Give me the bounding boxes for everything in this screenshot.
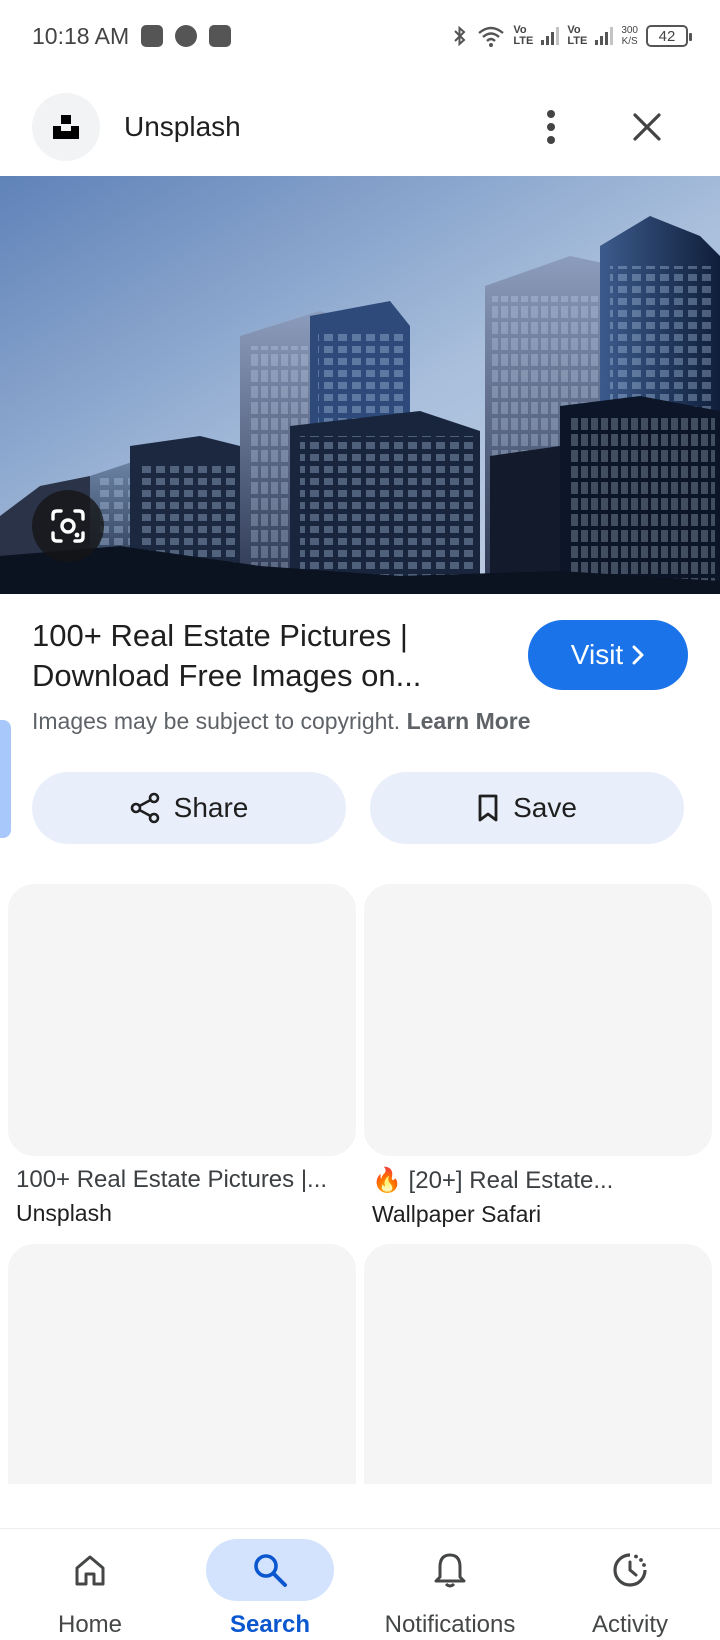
nav-label: Notifications	[384, 1611, 516, 1638]
status-time: 10:18 AM	[32, 22, 130, 49]
nav-search[interactable]: Search	[180, 1529, 360, 1640]
nav-label: Home	[57, 1611, 123, 1638]
bookmark-icon	[478, 794, 498, 822]
volte-indicator: Vo LTE	[567, 24, 588, 47]
related-thumbnail[interactable]	[8, 1244, 356, 1484]
save-button[interactable]: Save	[370, 772, 684, 844]
nav-activity[interactable]: Activity	[540, 1529, 720, 1640]
nav-icon-container	[206, 1539, 334, 1601]
search-icon	[254, 1554, 287, 1587]
nav-icon-container	[566, 1539, 694, 1601]
notification-app-icon	[175, 25, 198, 47]
signal-icon	[541, 27, 560, 45]
visit-button[interactable]: Visit	[528, 620, 688, 690]
status-bar: 10:18 AM Vo LTE Vo LTE 300 K/S 42	[0, 0, 720, 72]
related-result-card[interactable]: 100+ Real Estate Pictures |... Unsplash	[8, 884, 356, 1227]
nav-home[interactable]: Home	[0, 1529, 180, 1640]
nav-label: Search	[229, 1611, 311, 1638]
related-thumbnail[interactable]	[364, 1244, 712, 1484]
related-title: 🔥 [20+] Real Estate...	[372, 1167, 614, 1194]
related-thumbnail[interactable]	[364, 884, 712, 1156]
site-logo[interactable]	[32, 93, 100, 161]
share-icon	[130, 792, 159, 824]
related-source: Wallpaper Safari	[372, 1201, 542, 1227]
bottom-navigation: Home Search Notifications Activity	[0, 1528, 720, 1640]
related-result-card[interactable]: 🔥 [20+] Real Estate... Wallpaper Safari	[364, 884, 712, 1228]
result-image[interactable]	[0, 176, 720, 594]
google-lens-icon	[51, 509, 85, 543]
bluetooth-icon	[454, 25, 466, 47]
close-icon	[633, 113, 661, 141]
more-vert-icon	[547, 110, 555, 144]
site-name: Unsplash	[124, 111, 241, 142]
result-title[interactable]: 100+ Real Estate Pictures | Download Fre…	[32, 616, 502, 696]
nav-label: Activity	[591, 1611, 668, 1638]
wifi-icon	[478, 26, 505, 47]
share-button[interactable]: Share	[32, 772, 346, 844]
status-left: 10:18 AM	[32, 22, 232, 50]
activity-icon	[613, 1553, 647, 1587]
notification-app-icon	[209, 25, 232, 47]
nav-icon-container	[26, 1539, 154, 1601]
learn-more-link[interactable]: Learn More	[407, 708, 531, 734]
nav-icon-container	[386, 1539, 514, 1601]
chevron-right-icon	[632, 645, 644, 665]
battery-level: 42	[658, 27, 676, 45]
close-button[interactable]	[622, 102, 672, 152]
related-result-card[interactable]	[364, 1244, 712, 1484]
related-result-card[interactable]	[8, 1244, 356, 1484]
copyright-notice: Images may be subject to copyright. Lear…	[32, 708, 531, 735]
city-buildings-image	[0, 176, 720, 594]
more-options-button[interactable]	[526, 102, 576, 152]
save-label: Save	[513, 792, 577, 823]
related-title: 100+ Real Estate Pictures |...	[16, 1166, 328, 1193]
status-right: Vo LTE Vo LTE 300 K/S 42	[451, 24, 692, 47]
share-label: Share	[173, 792, 249, 823]
signal-icon	[595, 27, 614, 45]
battery-icon: 42	[646, 25, 692, 47]
lens-search-button[interactable]	[32, 490, 104, 562]
result-header: Unsplash	[0, 84, 720, 170]
edge-panel-handle[interactable]	[0, 720, 11, 838]
notification-app-icon	[141, 25, 164, 47]
network-speed: 300 K/S	[621, 25, 638, 47]
bell-icon	[434, 1553, 466, 1588]
related-source: Unsplash	[16, 1200, 112, 1226]
home-icon	[75, 1555, 105, 1586]
nav-notifications[interactable]: Notifications	[360, 1529, 540, 1640]
unsplash-logo-icon	[53, 115, 79, 139]
copyright-text: Images may be subject to copyright.	[32, 708, 401, 734]
related-thumbnail[interactable]	[8, 884, 356, 1156]
volte-indicator: Vo LTE	[513, 24, 534, 47]
visit-label: Visit	[570, 639, 624, 670]
